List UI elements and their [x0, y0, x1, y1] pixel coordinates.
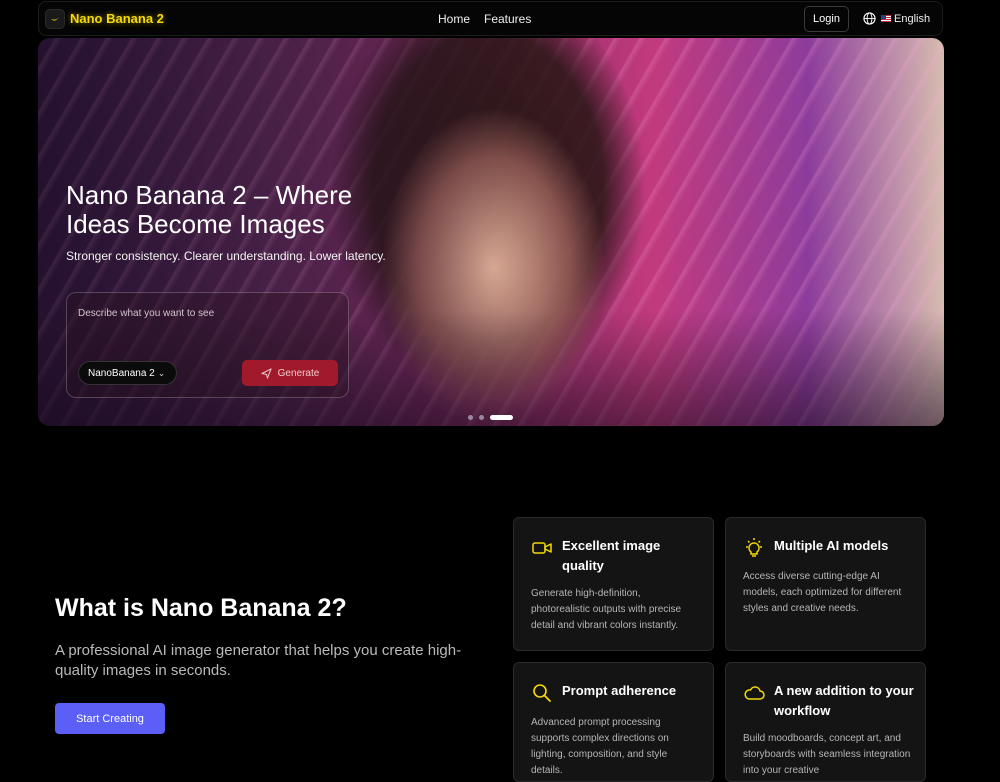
- us-flag-icon: [881, 15, 891, 22]
- hero-subtitle: Stronger consistency. Clearer understand…: [66, 249, 386, 263]
- globe-icon: [863, 12, 876, 25]
- chevron-down-icon: ⌄: [157, 367, 166, 378]
- hero-banner: Nano Banana 2 – Where Ideas Become Image…: [38, 38, 944, 426]
- top-nav: Nano Banana 2 Home Features Login Englis…: [38, 1, 943, 36]
- lightbulb-icon: [746, 538, 762, 557]
- login-button[interactable]: Login: [804, 6, 849, 32]
- feature-description: Build moodboards, concept art, and story…: [743, 733, 911, 776]
- feature-card: A new addition to your workflow Build mo…: [725, 662, 926, 782]
- search-icon: [533, 684, 551, 702]
- feature-title: Excellent image quality: [562, 538, 661, 573]
- feature-card: Excellent image quality Generate high-de…: [513, 517, 714, 651]
- feature-description: Advanced prompt processing supports comp…: [531, 717, 669, 776]
- logo-icon[interactable]: [45, 9, 65, 29]
- generate-button[interactable]: Generate: [242, 360, 338, 386]
- carousel-dot-2[interactable]: [479, 415, 484, 420]
- carousel-dot-3[interactable]: [490, 415, 513, 420]
- feature-description: Access diverse cutting-edge AI models, e…: [743, 571, 902, 614]
- prompt-input[interactable]: [78, 303, 338, 323]
- feature-title: Prompt adherence: [562, 683, 677, 698]
- language-selector[interactable]: English: [863, 12, 930, 25]
- feature-card: Multiple AI models Access diverse cuttin…: [725, 517, 926, 651]
- prompt-box: NanoBanana 2 ⌄ Generate: [66, 292, 349, 398]
- feature-card: Prompt adherence Advanced prompt process…: [513, 662, 714, 782]
- start-creating-button[interactable]: Start Creating: [55, 703, 165, 734]
- feature-title: A new addition to your workflow: [774, 683, 914, 718]
- generate-label: Generate: [277, 367, 320, 379]
- language-label: English: [894, 12, 931, 25]
- section-title: What is Nano Banana 2?: [55, 594, 347, 622]
- section-description: A professional AI image generator that h…: [55, 642, 462, 679]
- nav-link-home[interactable]: Home: [438, 12, 470, 26]
- hero-title: Nano Banana 2 – Where Ideas Become Image…: [66, 180, 353, 239]
- feature-description: Generate high-definition, photorealistic…: [531, 588, 682, 631]
- video-camera-icon: [532, 542, 552, 554]
- cloud-icon: [744, 686, 765, 700]
- model-select-label: NanoBanana 2: [88, 367, 155, 379]
- feature-title: Multiple AI models: [774, 538, 889, 553]
- carousel-dots: [468, 415, 519, 420]
- carousel-dot-1[interactable]: [468, 415, 473, 420]
- nav-link-features[interactable]: Features: [484, 12, 531, 26]
- send-icon: [261, 367, 272, 379]
- brand-name[interactable]: Nano Banana 2: [70, 11, 164, 26]
- model-select[interactable]: NanoBanana 2 ⌄: [78, 361, 177, 385]
